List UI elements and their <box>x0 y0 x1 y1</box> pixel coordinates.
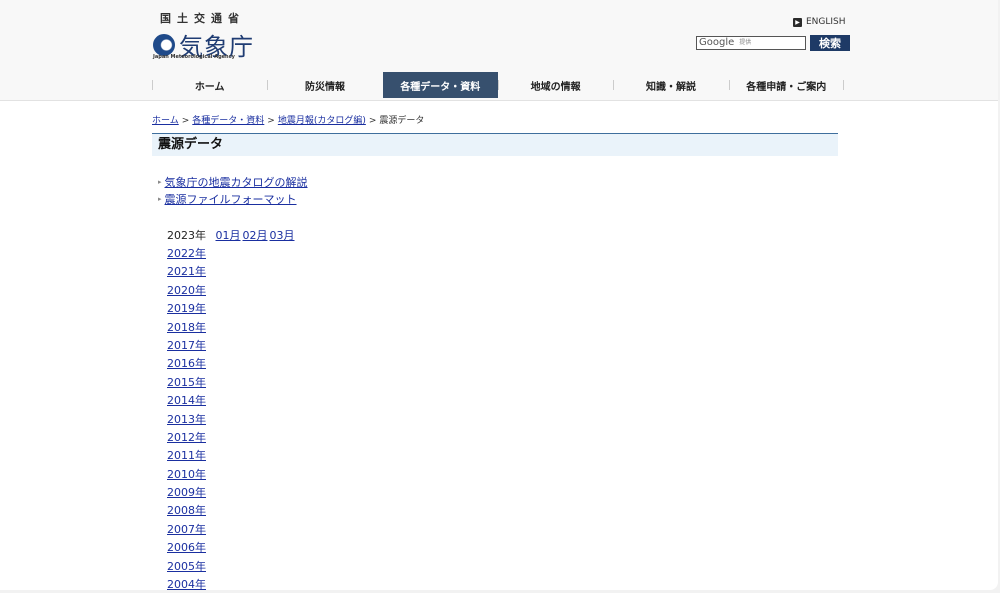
site-header: 国土交通省 気象庁 Japan Meteorological Agency ▶ … <box>0 0 998 101</box>
breadcrumb-link[interactable]: ホーム <box>152 116 179 126</box>
year-link[interactable]: 2006年 <box>167 539 206 557</box>
breadcrumb-separator: > <box>368 116 377 126</box>
arrow-right-icon: ▸ <box>158 195 162 203</box>
arrow-right-icon: ▸ <box>158 178 162 186</box>
year-link[interactable]: 2004年 <box>167 576 206 590</box>
year-link[interactable]: 2009年 <box>167 484 206 502</box>
page-title: 震源データ <box>152 133 838 156</box>
doc-link[interactable]: 震源ファイルフォーマット <box>165 191 297 208</box>
doc-link-row: ▸ 気象庁の地震カタログの解説 <box>158 174 308 191</box>
year-link[interactable]: 2015年 <box>167 374 206 392</box>
doc-link-row: ▸ 震源ファイルフォーマット <box>158 191 308 208</box>
global-nav: ホーム 防災情報 各種データ・資料 地域の情報 知識・解説 各種申請・ご案内 <box>152 72 845 98</box>
year-link[interactable]: 2019年 <box>167 300 206 318</box>
year-link[interactable]: 2012年 <box>167 429 206 447</box>
nav-item-5[interactable]: 各種申請・ご案内 <box>728 72 845 98</box>
agency-name-en: Japan Meteorological Agency <box>153 54 235 60</box>
arrow-right-icon: ▶ <box>793 17 802 27</box>
doc-links: ▸ 気象庁の地震カタログの解説 ▸ 震源ファイルフォーマット <box>158 174 308 208</box>
search-button[interactable]: 検索 <box>810 35 850 51</box>
month-link[interactable]: 02月 <box>243 229 268 242</box>
page: 国土交通省 気象庁 Japan Meteorological Agency ▶ … <box>0 0 998 590</box>
breadcrumb-separator: > <box>267 116 275 126</box>
nav-item-2[interactable]: 各種データ・資料 <box>382 72 498 98</box>
nav-item-3[interactable]: 地域の情報 <box>497 72 613 98</box>
year-link[interactable]: 2022年 <box>167 245 206 263</box>
latest-year-row: 2023年 01月 02月 03月 <box>167 227 295 243</box>
month-link[interactable]: 01月 <box>216 229 241 242</box>
breadcrumb-separator: > <box>181 116 190 126</box>
doc-link[interactable]: 気象庁の地震カタログの解説 <box>165 174 308 191</box>
year-link[interactable]: 2010年 <box>167 466 206 484</box>
year-link[interactable]: 2007年 <box>167 521 206 539</box>
breadcrumb: ホーム > 各種データ・資料 > 地震月報(カタログ編) > 震源データ <box>152 113 424 126</box>
nav-item-1[interactable]: 防災情報 <box>267 72 382 98</box>
year-link[interactable]: 2016年 <box>167 355 206 373</box>
ministry-label: 国土交通省 <box>160 12 245 25</box>
nav-item-0[interactable]: ホーム <box>152 72 267 98</box>
search-input[interactable]: Google 提供 <box>696 36 806 50</box>
breadcrumb-link[interactable]: 地震月報(カタログ編) <box>278 116 366 126</box>
nav-item-4[interactable]: 知識・解説 <box>613 72 728 98</box>
year-link[interactable]: 2008年 <box>167 502 206 520</box>
english-link[interactable]: ▶ ENGLISH <box>793 17 846 27</box>
year-link[interactable]: 2014年 <box>167 392 206 410</box>
year-link[interactable]: 2018年 <box>167 319 206 337</box>
site-search: Google 提供 検索 <box>696 35 850 51</box>
year-list: 2022年 2021年 2020年 2019年 2018年 2017年 2016年 2015年… <box>167 245 206 590</box>
latest-year-label: 2023年 <box>167 229 206 242</box>
year-link[interactable]: 2021年 <box>167 263 206 281</box>
breadcrumb-current: 震源データ <box>379 116 425 126</box>
english-link-label: ENGLISH <box>806 17 846 27</box>
year-link[interactable]: 2011年 <box>167 447 206 465</box>
year-link[interactable]: 2020年 <box>167 282 206 300</box>
agency-emblem-icon <box>153 33 175 56</box>
year-link[interactable]: 2005年 <box>167 558 206 576</box>
year-link[interactable]: 2017年 <box>167 337 206 355</box>
month-link[interactable]: 03月 <box>270 229 295 242</box>
search-provider-label: 提供 <box>739 39 752 46</box>
year-link[interactable]: 2013年 <box>167 411 206 429</box>
breadcrumb-link[interactable]: 各種データ・資料 <box>192 116 264 126</box>
search-engine-label: Google <box>699 37 735 48</box>
